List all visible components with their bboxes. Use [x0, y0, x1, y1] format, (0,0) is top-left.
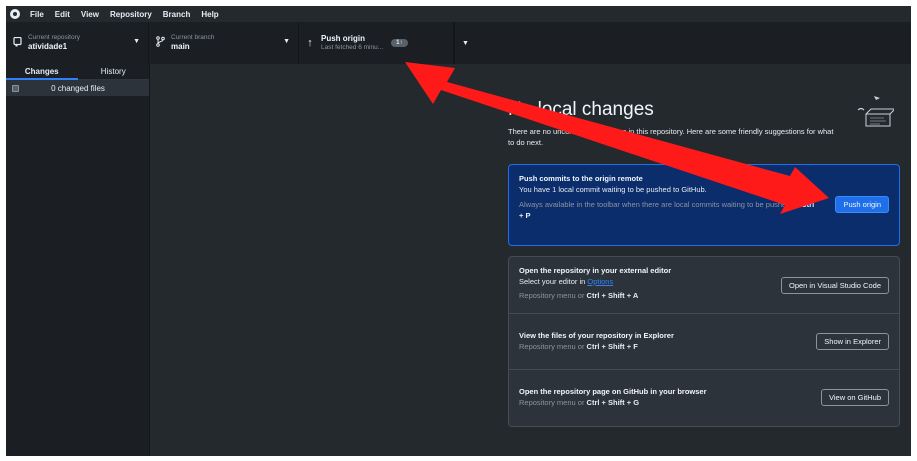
push-origin-button[interactable]: ↑ Push origin Last fetched 6 minu... 1↑ — [299, 22, 454, 64]
push-commits-card: Push commits to the origin remote You ha… — [508, 164, 900, 246]
push-card-hint: Always available in the toolbar when the… — [519, 199, 819, 221]
editor-desc-text: Select your editor in — [519, 277, 588, 286]
menu-file[interactable]: File — [30, 10, 44, 19]
github-shortcut: Ctrl + Shift + G — [586, 398, 640, 407]
chevron-down-icon: ▼ — [462, 39, 469, 47]
current-branch-label: Current branch — [171, 34, 215, 41]
current-branch-name: main — [171, 42, 190, 51]
options-link[interactable]: Options — [587, 277, 613, 286]
current-repository-label: Current repository — [28, 34, 81, 41]
page-title: No local changes — [508, 99, 654, 120]
push-card-description: You have 1 local commit waiting to be pu… — [519, 185, 707, 194]
select-all-checkbox[interactable] — [12, 84, 19, 92]
sidebar-tabs: Changes History — [6, 64, 149, 80]
view-on-github-button[interactable]: View on GitHub — [821, 389, 889, 406]
github-desktop-window: File Edit View Repository Branch Help Cu… — [6, 6, 911, 456]
editor-hint-text: Repository menu or — [519, 291, 587, 300]
menu-edit[interactable]: Edit — [55, 10, 70, 19]
current-repository-name: atividade1 — [28, 42, 68, 51]
github-suggestion: Open the repository page on GitHub in yo… — [509, 369, 899, 426]
repository-icon — [6, 36, 28, 50]
current-branch-dropdown[interactable]: Current branch main ▼ — [149, 22, 299, 64]
show-in-explorer-button[interactable]: Show in Explorer — [816, 333, 889, 350]
current-repository-dropdown[interactable]: Current repository atividade1 ▼ — [6, 22, 149, 64]
menu-view[interactable]: View — [81, 10, 99, 19]
menu-help[interactable]: Help — [201, 10, 218, 19]
push-origin-title: Push origin — [321, 34, 365, 43]
desk-illustration-icon — [857, 96, 894, 127]
last-fetched-text: Last fetched 6 minu... — [321, 44, 384, 51]
push-origin-card-button[interactable]: Push origin — [835, 196, 889, 213]
explorer-hint-text: Repository menu or — [519, 342, 587, 351]
toolbar: Current repository atividade1 ▼ Current … — [6, 22, 911, 64]
menu-branch[interactable]: Branch — [163, 10, 191, 19]
explorer-suggestion: View the files of your repository in Exp… — [509, 313, 899, 369]
tab-changes[interactable]: Changes — [6, 64, 78, 80]
github-logo-icon — [10, 9, 20, 19]
open-in-vscode-button[interactable]: Open in Visual Studio Code — [780, 277, 889, 294]
menu-repository[interactable]: Repository — [110, 10, 152, 19]
github-hint-text: Repository menu or — [519, 398, 587, 407]
editor-suggestion: Open the repository in your external edi… — [509, 257, 899, 313]
no-changes-intro: No local changes There are no uncommitte… — [508, 98, 895, 148]
chevron-down-icon: ▼ — [133, 38, 140, 45]
push-options-dropdown[interactable]: ▼ — [454, 22, 476, 64]
push-card-title: Push commits to the origin remote — [519, 174, 643, 183]
ahead-count-badge: 1↑ — [391, 39, 408, 47]
main-panel: No local changes There are no uncommitte… — [150, 64, 911, 456]
intro-text: There are no uncommitted changes in this… — [508, 127, 834, 147]
explorer-shortcut: Ctrl + Shift + F — [586, 342, 638, 351]
branch-icon — [149, 36, 171, 50]
push-card-hint-text: Always available in the toolbar when the… — [519, 200, 800, 209]
changed-files-count: 0 changed files — [51, 83, 105, 93]
arrow-up-icon: ↑ — [307, 37, 313, 49]
sidebar: Changes History 0 changed files — [6, 64, 150, 456]
suggestions-card: Open the repository in your external edi… — [508, 256, 900, 427]
tab-history[interactable]: History — [78, 64, 150, 79]
editor-card-title: Open the repository in your external edi… — [519, 266, 672, 275]
chevron-down-icon: ▼ — [283, 38, 290, 45]
editor-shortcut: Ctrl + Shift + A — [586, 291, 639, 300]
changed-files-header: 0 changed files — [6, 80, 149, 96]
menu-bar: File Edit View Repository Branch Help — [6, 6, 911, 22]
